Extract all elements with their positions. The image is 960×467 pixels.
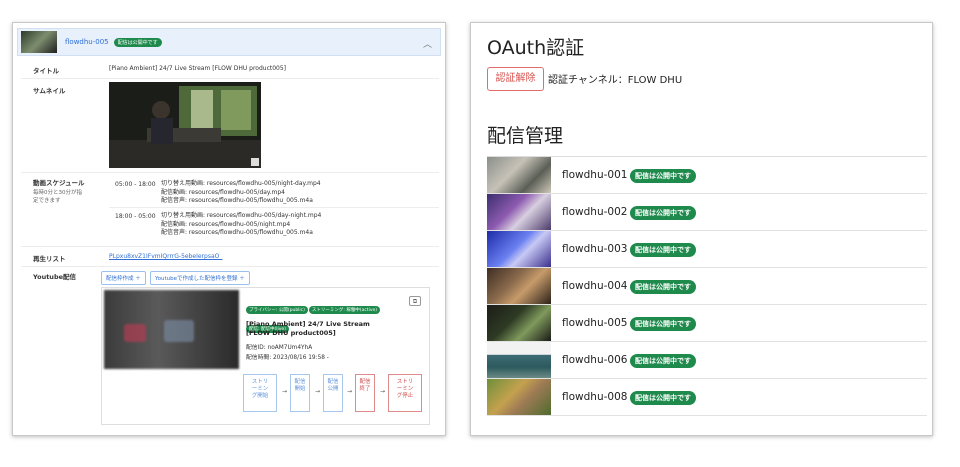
title-row: タイトル [Piano Ambient] 24/7 Live Stream [F… (21, 59, 439, 79)
status-badge: 配信は公開中です (630, 206, 696, 220)
schedule-entry-2: 切り替え用動画: resources/flowdhu-005/day-night… (161, 212, 322, 236)
auth-channel-text: 認証チャンネル：FLOW DHU (548, 75, 683, 86)
stream-name[interactable]: flowdhu-005 (65, 38, 109, 46)
stream-thumbnail (487, 305, 551, 341)
stream-detail-panel: flowdhu-005 配信は公開中です ︿ タイトル [Piano Ambie… (12, 22, 446, 436)
stream-list-item[interactable]: flowdhu-002 配信は公開中です (487, 194, 927, 231)
broadcast-title: [Piano Ambient] 24/7 Live Stream [FLOW D… (246, 320, 370, 337)
stream-thumbnail (109, 82, 261, 168)
external-link-icon[interactable]: ⧉ (409, 296, 421, 306)
arrow-right-icon: → (282, 388, 288, 395)
stream-list-item[interactable]: flowdhu-005 配信は公開中です (487, 305, 927, 342)
schedule-time-2: 18:00 - 05:00 (115, 213, 156, 220)
stream-thumbnail (487, 157, 551, 193)
register-slot-button[interactable]: Youtubeで作成した配信枠を登録 ＋ (150, 271, 250, 285)
title-value: [Piano Ambient] 24/7 Live Stream [FLOW D… (109, 65, 287, 72)
stream-accordion-header[interactable]: flowdhu-005 配信は公開中です ︿ (17, 28, 441, 56)
status-badge: 配信は公開中です (630, 354, 696, 368)
thumbnail-label: サムネイル (33, 87, 66, 95)
status-badge: 配信は公開中です (113, 37, 162, 47)
schedule-entry-1: 切り替え用動画: resources/flowdhu-005/night-day… (161, 180, 321, 204)
broadcast-preview (104, 290, 239, 369)
stream-thumbnail (487, 342, 551, 378)
streaming-badge: ストリーミング: 稼働中(active) (308, 306, 381, 314)
create-slot-button[interactable]: 配信枠作成 ＋ (101, 271, 146, 285)
oauth-title: OAuth認証 (487, 37, 585, 59)
stream-name[interactable]: flowdhu-002 (562, 206, 627, 218)
schedule-row: 動画スケジュール 毎時0分と30分が指 定できます 05:00 - 18:00 切… (21, 173, 439, 247)
playlist-label: 再生リスト (33, 255, 66, 263)
stream-thumbnail (487, 194, 551, 230)
arrow-right-icon: → (380, 388, 386, 395)
playlist-link[interactable]: PLpxu8xvZ1IFvmIQrrrG-5ebeIerpsaO_ (109, 253, 222, 260)
stream-thumbnail (487, 379, 551, 415)
stream-thumbnail (487, 268, 551, 304)
privacy-badge: プライバシー: 公開(public) (246, 306, 308, 314)
publish-broadcast-button[interactable]: 配信 公開 (323, 374, 343, 412)
end-broadcast-button[interactable]: 配信 終了 (355, 374, 375, 412)
arrow-right-icon: → (315, 388, 321, 395)
stream-list-item[interactable]: flowdhu-003 配信は公開中です (487, 231, 927, 268)
oauth-and-stream-panel: OAuth認証 認証解除 認証チャンネル：FLOW DHU 配信管理 flowd… (470, 22, 933, 436)
stream-name[interactable]: flowdhu-006 (562, 354, 627, 366)
thumbnail-row: サムネイル (21, 79, 439, 173)
stream-management-title: 配信管理 (487, 125, 564, 147)
broadcast-card: プライバシー: 公開(public) ストリーミング: 稼働中(active) 配信… (101, 287, 430, 425)
status-badge: 配信は公開中です (630, 169, 696, 183)
schedule-time-1: 05:00 - 18:00 (115, 181, 156, 188)
stream-name[interactable]: flowdhu-005 (562, 317, 627, 329)
status-badge: 配信は公開中です (630, 280, 696, 294)
stream-name[interactable]: flowdhu-003 (562, 243, 627, 255)
broadcast-id: 配信ID: noAM7Um4YhA (246, 345, 313, 351)
stream-thumbnail-small (21, 31, 57, 53)
stream-list-item[interactable]: flowdhu-004 配信は公開中です (487, 268, 927, 305)
start-broadcast-button[interactable]: 配信 開始 (290, 374, 310, 412)
status-badge: 配信は公開中です (630, 391, 696, 405)
broadcast-time: 配信時間: 2023/08/16 19:58 - (246, 355, 329, 361)
schedule-label: 動画スケジュール (33, 179, 85, 187)
youtube-label: Youtube配信 (33, 273, 76, 281)
schedule-note: 毎時0分と30分が指 定できます (33, 190, 82, 204)
stream-name[interactable]: flowdhu-008 (562, 391, 627, 403)
arrow-right-icon: → (347, 388, 353, 395)
stream-thumbnail (487, 231, 551, 267)
stream-list-item[interactable]: flowdhu-008 配信は公開中です (487, 379, 927, 416)
status-badge: 配信は公開中です (630, 243, 696, 257)
stream-list-item[interactable]: flowdhu-006 配信は公開中です (487, 342, 927, 379)
title-label: タイトル (33, 67, 59, 75)
playlist-row: 再生リスト PLpxu8xvZ1IFvmIQrrrG-5ebeIerpsaO_ (21, 247, 439, 267)
stream-list-item[interactable]: flowdhu-001 配信は公開中です (487, 157, 927, 194)
unauthorize-button[interactable]: 認証解除 (487, 67, 544, 91)
status-badge: 配信は公開中です (630, 317, 696, 331)
stop-streaming-button[interactable]: ストリ ーミン グ停止 (388, 374, 422, 412)
start-streaming-button[interactable]: ストリ ーミン グ開始 (243, 374, 277, 412)
chevron-up-icon[interactable]: ︿ (423, 37, 432, 50)
stream-name[interactable]: flowdhu-004 (562, 280, 627, 292)
stream-name[interactable]: flowdhu-001 (562, 169, 627, 181)
